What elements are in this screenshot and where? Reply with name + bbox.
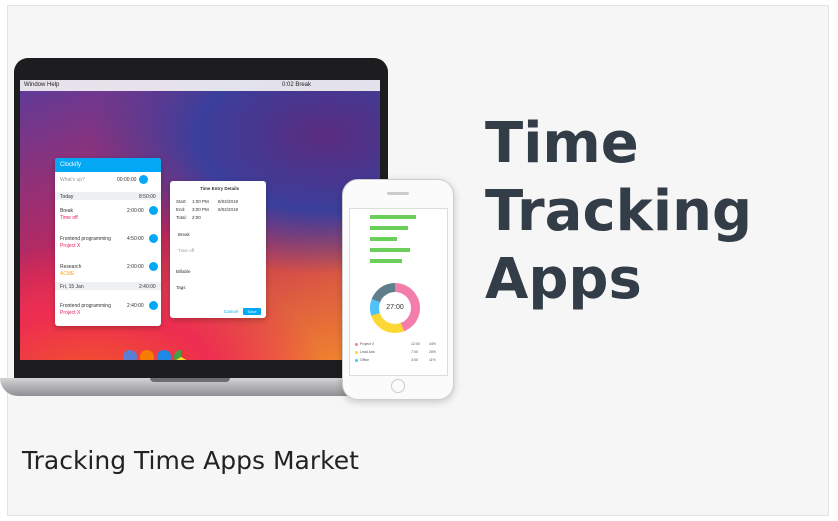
laptop-base — [0, 378, 400, 396]
card-caption-link[interactable]: Tracking Time Apps Market — [22, 446, 359, 475]
entry-duration: 2:40:00 — [127, 303, 144, 309]
tags-field[interactable]: Tags — [176, 285, 186, 290]
time-entry-details: Time Entry Details Start: 1:00 PM 8/02/2… — [170, 181, 266, 318]
day-header-jan15: Fri, 15 Jan 2:40:00 — [55, 282, 161, 290]
clockify-window: Clockify What's up? 00:00:00 Today 8:50:… — [55, 158, 161, 326]
chrome-icon[interactable] — [174, 350, 188, 360]
chart-bar — [370, 215, 416, 219]
menubar-left: Window Help — [24, 82, 60, 88]
legend-item: Lead Ads 7:00 26% — [355, 350, 442, 358]
timer-value: 00:00:00 — [117, 177, 137, 183]
legend-name: Project X — [360, 342, 375, 346]
day-label: Fri, 15 Jan — [60, 284, 84, 290]
clockify-header: Clockify — [55, 158, 161, 172]
legend-value: 7:00 — [411, 350, 418, 354]
play-icon[interactable] — [149, 234, 158, 243]
day-label: Today — [60, 194, 74, 200]
chart-bar — [370, 226, 408, 230]
chart-bar — [370, 237, 397, 241]
donut-chart: 27:00 — [370, 283, 420, 333]
legend-swatch — [355, 351, 358, 354]
end-label: End: — [176, 207, 186, 212]
phone-speaker — [387, 192, 409, 195]
legend-value: 12:00 — [411, 342, 420, 346]
headline-line: Apps — [485, 247, 642, 312]
timer-prompt[interactable]: What's up? — [60, 177, 85, 183]
chart-bar — [370, 259, 402, 263]
entry-duration: 2:00:00 — [127, 208, 144, 214]
chart-bar — [370, 248, 410, 252]
laptop: Window Help 0:02 Break Clockify What's u… — [0, 58, 400, 396]
play-icon[interactable] — [149, 262, 158, 271]
dock-app-icon[interactable] — [123, 350, 137, 360]
laptop-notch — [150, 378, 230, 382]
entry-project: ACME — [60, 271, 75, 277]
legend-item: Office 3:00 11% — [355, 358, 442, 366]
entry-name: Frontend programming — [60, 236, 111, 242]
start-label: Start: — [176, 199, 187, 204]
hero-image: Window Help 0:02 Break Clockify What's u… — [0, 58, 454, 404]
clockify-title: Clockify — [60, 162, 82, 168]
billable-toggle[interactable]: Billable — [176, 269, 191, 274]
entry-duration: 2:00:00 — [127, 264, 144, 270]
start-date[interactable]: 8/02/2019 — [218, 199, 238, 204]
day-total: 8:50:00 — [139, 194, 156, 200]
legend-name: Lead Ads — [360, 350, 375, 354]
legend-name: Office — [360, 358, 370, 362]
legend-swatch — [355, 343, 358, 346]
description-field[interactable]: Break — [178, 232, 190, 237]
entry-project: Project X — [60, 310, 81, 316]
legend: Project X 12:00 44% Lead Ads 7:00 26% Of… — [355, 342, 442, 366]
phone: 27:00 Project X 12:00 44% Lead Ads 7:00 … — [342, 179, 454, 400]
save-button[interactable]: Save — [243, 308, 261, 315]
entry-name: Frontend programming — [60, 303, 111, 309]
total-label: Total: — [176, 215, 187, 220]
menubar-right: 0:02 Break — [282, 82, 312, 88]
headline-line: Tracking — [485, 179, 753, 244]
legend-pct: 26% — [429, 350, 437, 354]
entry-duration: 4:50:00 — [127, 236, 144, 242]
clockify-icon[interactable] — [157, 350, 171, 360]
donut-total: 27:00 — [379, 292, 411, 324]
details-title: Time Entry Details — [200, 186, 240, 191]
day-total: 2:40:00 — [139, 284, 156, 290]
headline: Time Tracking Apps — [485, 110, 805, 314]
end-time[interactable]: 3:00 PM — [192, 207, 209, 212]
laptop-screen: Window Help 0:02 Break Clockify What's u… — [20, 80, 380, 360]
cancel-button[interactable]: Cancel — [224, 309, 238, 314]
entry-name: Research — [60, 264, 82, 270]
headline-line: Time — [485, 111, 639, 176]
legend-swatch — [355, 359, 358, 362]
dock — [123, 350, 188, 360]
total-value: 2:00 — [192, 215, 201, 220]
legend-item: Project X 12:00 44% — [355, 342, 442, 350]
start-time[interactable]: 1:00 PM — [192, 199, 209, 204]
entry-project: Project X — [60, 243, 81, 249]
play-icon[interactable] — [139, 175, 148, 184]
mac-menubar: Window Help 0:02 Break — [20, 80, 380, 91]
home-button — [391, 379, 405, 393]
entry-name: Break — [60, 208, 74, 214]
legend-pct: 11% — [429, 358, 436, 362]
day-header-today: Today 8:50:00 — [55, 192, 161, 200]
legend-value: 3:00 — [411, 358, 418, 362]
end-date[interactable]: 8/02/2019 — [218, 207, 238, 212]
phone-screen: 27:00 Project X 12:00 44% Lead Ads 7:00 … — [349, 208, 448, 376]
project-field[interactable]: Time off — [178, 248, 194, 253]
play-icon[interactable] — [149, 301, 158, 310]
firefox-icon[interactable] — [140, 350, 154, 360]
legend-pct: 44% — [429, 342, 437, 346]
entry-project: Time off — [60, 215, 78, 221]
play-icon[interactable] — [149, 206, 158, 215]
